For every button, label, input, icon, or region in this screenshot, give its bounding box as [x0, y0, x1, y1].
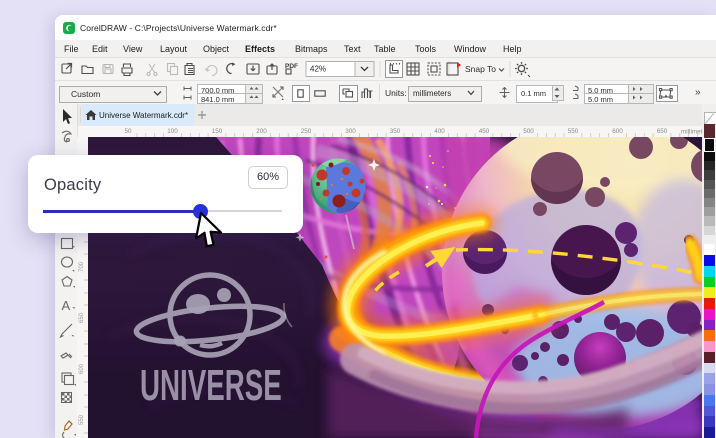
- svg-text:450: 450: [479, 128, 490, 135]
- svg-text:600: 600: [612, 128, 623, 135]
- svg-text:UNIVERSE: UNIVERSE: [140, 361, 282, 410]
- svg-text:300: 300: [345, 128, 356, 135]
- svg-text:650: 650: [79, 312, 85, 323]
- svg-text:250: 250: [301, 128, 312, 135]
- svg-text:550: 550: [79, 414, 85, 425]
- svg-text:A: A: [62, 298, 71, 313]
- svg-text:600: 600: [79, 363, 85, 374]
- svg-text:350: 350: [390, 128, 401, 135]
- svg-text:650: 650: [657, 128, 668, 135]
- svg-text:100: 100: [167, 128, 178, 135]
- svg-text:550: 550: [568, 128, 579, 135]
- svg-text:400: 400: [434, 128, 445, 135]
- svg-text:500: 500: [523, 128, 534, 135]
- svg-text:Snap To: Snap To: [465, 64, 496, 74]
- svg-text:700: 700: [79, 261, 85, 272]
- svg-text:50: 50: [124, 128, 132, 135]
- svg-text:42%: 42%: [310, 65, 326, 74]
- svg-text:150: 150: [212, 128, 223, 135]
- svg-text:200: 200: [256, 128, 267, 135]
